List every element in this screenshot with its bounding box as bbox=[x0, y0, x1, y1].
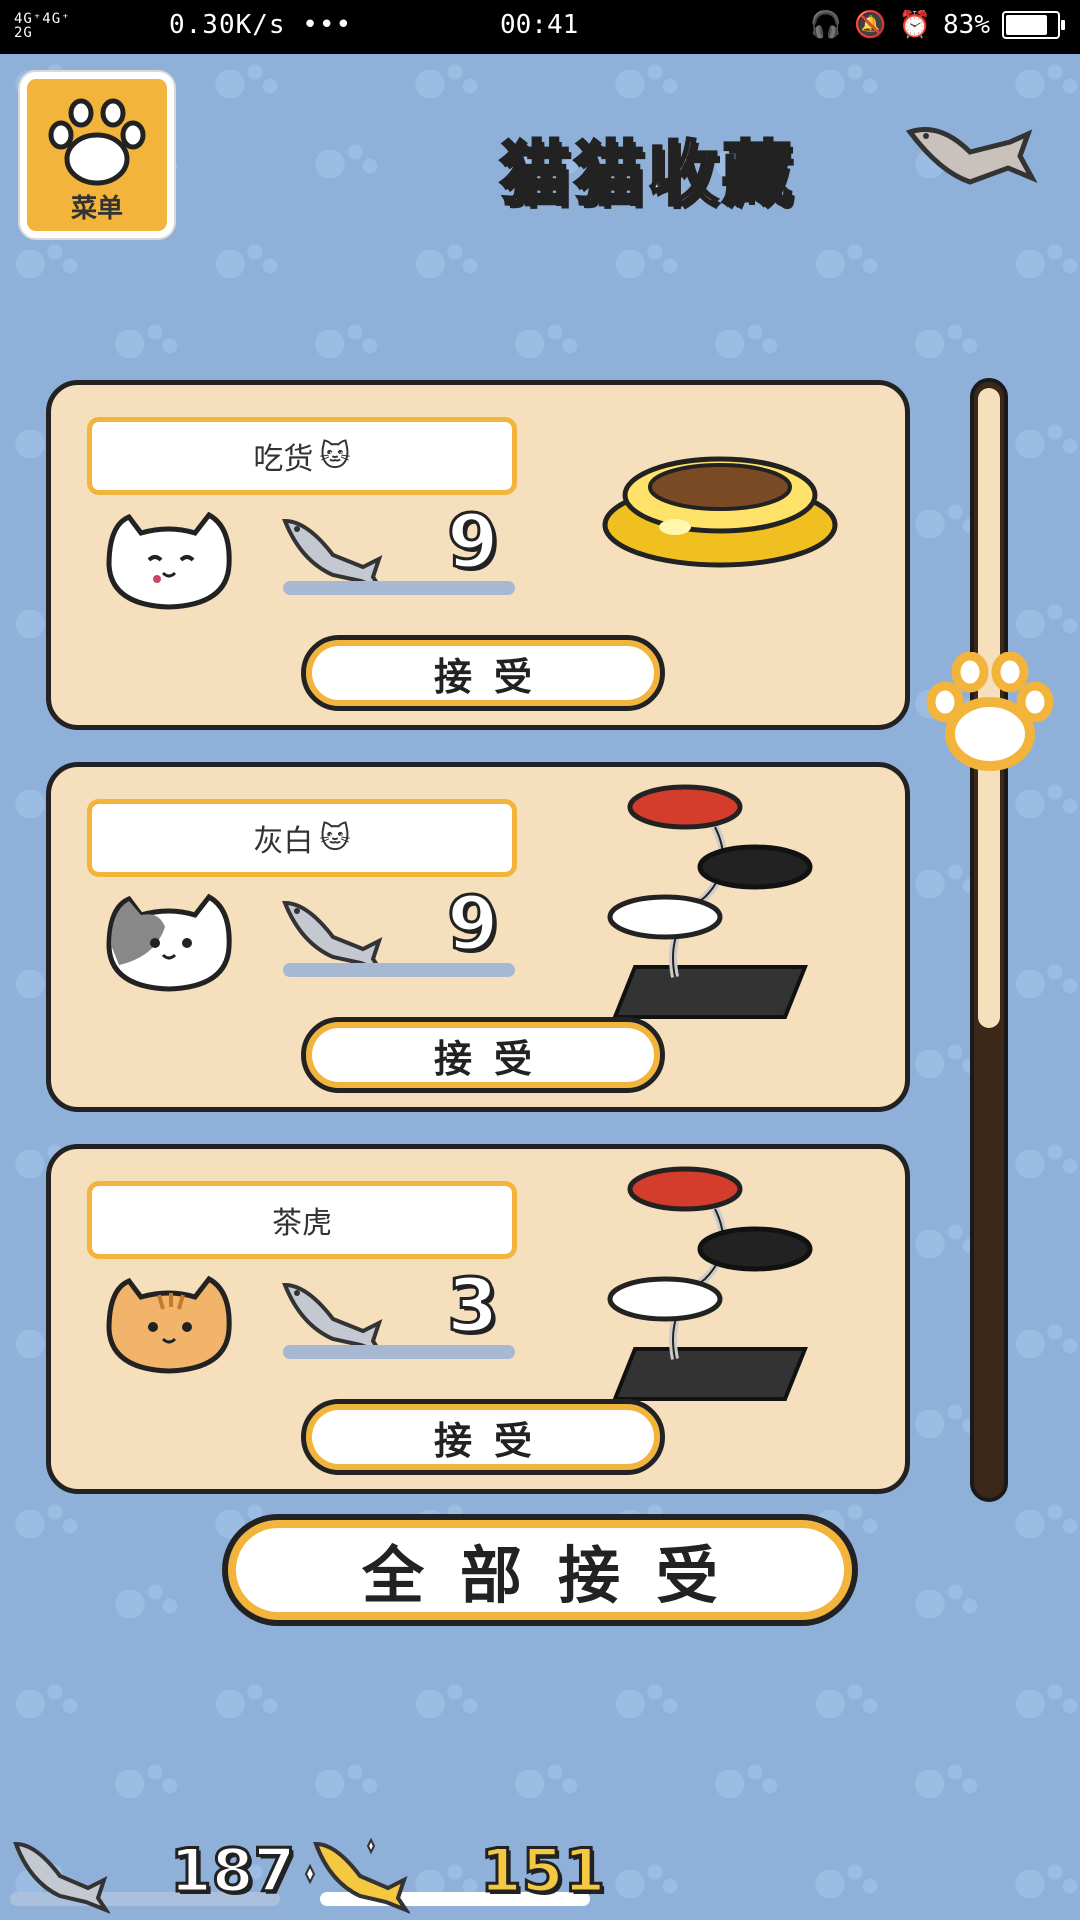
gift-card: 吃货 🐱 9 接受 bbox=[46, 380, 910, 730]
headphone-icon: 🎧 bbox=[809, 10, 843, 40]
paw-scroll-handle-icon[interactable] bbox=[925, 652, 1055, 778]
cat-name-box: 茶虎 bbox=[87, 1181, 517, 1259]
white-cat-icon bbox=[106, 511, 232, 610]
currency-bar: 187 151 bbox=[0, 1830, 1080, 1920]
gift-card: 灰白 🐱 9 接受 bbox=[46, 762, 910, 1112]
gift-card: 茶虎 3 接受 bbox=[46, 1144, 910, 1494]
alarm-icon: ⏰ bbox=[898, 10, 932, 40]
cat-name: 茶虎 bbox=[272, 1206, 332, 1241]
status-icons: 🎧 🔕 ⏰ 83% bbox=[809, 10, 1065, 40]
silver-fish-count: 187 bbox=[168, 1835, 296, 1908]
cat-name: 吃货 bbox=[253, 442, 314, 477]
scrollbar[interactable] bbox=[970, 378, 1008, 1502]
fish-count: 9 bbox=[446, 880, 500, 969]
network-speed: 0.30K/s ••• bbox=[169, 10, 353, 40]
accept-button[interactable]: 接受 bbox=[301, 1399, 665, 1475]
cat-tower-icon bbox=[607, 784, 813, 1019]
fish-count: 9 bbox=[446, 498, 500, 587]
fish-icon bbox=[282, 900, 385, 973]
gold-fish-count: 151 bbox=[478, 1835, 606, 1908]
gold-fish-icon bbox=[304, 1837, 410, 1914]
clock: 00:41 bbox=[500, 10, 579, 40]
fish-count: 3 bbox=[446, 1262, 500, 1351]
cat-head-icon: 🐱 bbox=[319, 820, 351, 856]
page-title: 猫猫收藏 bbox=[499, 132, 796, 217]
paw-icon bbox=[48, 98, 146, 186]
menu-button[interactable]: 菜单 bbox=[20, 72, 174, 238]
cat-head-icon: 🐱 bbox=[319, 438, 351, 474]
battery-percent: 83% bbox=[943, 10, 990, 40]
menu-label: 菜单 bbox=[70, 194, 123, 224]
grey-white-cat-icon bbox=[106, 893, 232, 992]
cat-name-box: 灰白 🐱 bbox=[87, 799, 517, 877]
food-bowl-icon bbox=[602, 456, 838, 568]
silver-fish-icon bbox=[13, 1841, 110, 1914]
bell-muted-icon: 🔕 bbox=[854, 10, 887, 40]
cat-name-box: 吃货 🐱 bbox=[87, 417, 517, 495]
cat-name: 灰白 bbox=[253, 824, 314, 859]
status-bar: 4G⁺4G⁺ 2G 0.30K/s ••• 00:41 🎧 🔕 ⏰ 83% bbox=[0, 0, 1080, 54]
accept-all-button[interactable]: 全部接受 bbox=[222, 1514, 858, 1626]
accept-button[interactable]: 接受 bbox=[301, 635, 665, 711]
fish-bone-icon[interactable] bbox=[900, 112, 1040, 202]
fish-icon bbox=[282, 1282, 385, 1355]
fish-icon bbox=[282, 518, 385, 591]
network-type: 4G⁺4G⁺ 2G bbox=[14, 11, 71, 41]
cat-tower-icon bbox=[607, 1166, 813, 1401]
orange-tabby-cat-icon bbox=[106, 1275, 232, 1374]
battery-icon bbox=[1002, 11, 1065, 39]
accept-button[interactable]: 接受 bbox=[301, 1017, 665, 1093]
